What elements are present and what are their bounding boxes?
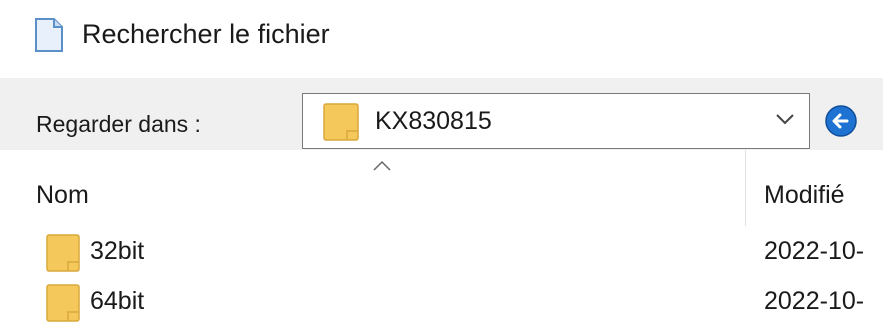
column-label-modified: Modifié <box>764 181 845 209</box>
file-name: 32bit <box>90 237 145 265</box>
file-list: Nom Modifié 32bit 2022-10- 64bit 2022-10… <box>0 150 883 327</box>
file-modified: 2022-10- <box>764 287 865 315</box>
file-modified: 2022-10- <box>764 237 865 265</box>
look-in-dropdown[interactable]: KX830815 <box>302 93 810 149</box>
look-in-value: KX830815 <box>375 107 492 135</box>
folder-icon <box>46 284 80 322</box>
folder-icon <box>323 103 359 141</box>
column-header-modified[interactable]: Modifié <box>746 150 883 226</box>
look-in-label: Regarder dans : <box>36 111 201 137</box>
list-item[interactable]: 64bit 2022-10- <box>0 278 883 324</box>
column-label-name: Nom <box>36 181 89 209</box>
folder-icon <box>46 234 80 272</box>
file-name: 64bit <box>90 287 145 315</box>
sort-ascending-icon <box>373 160 391 171</box>
back-arrow-icon[interactable] <box>824 104 858 138</box>
list-item[interactable]: 32bit 2022-10- <box>0 228 883 274</box>
title-bar: Rechercher le fichier <box>0 0 883 78</box>
document-icon <box>35 18 63 52</box>
chevron-down-icon[interactable] <box>775 112 795 126</box>
window-title: Rechercher le fichier <box>82 19 330 49</box>
column-header-name[interactable]: Nom <box>0 150 745 226</box>
